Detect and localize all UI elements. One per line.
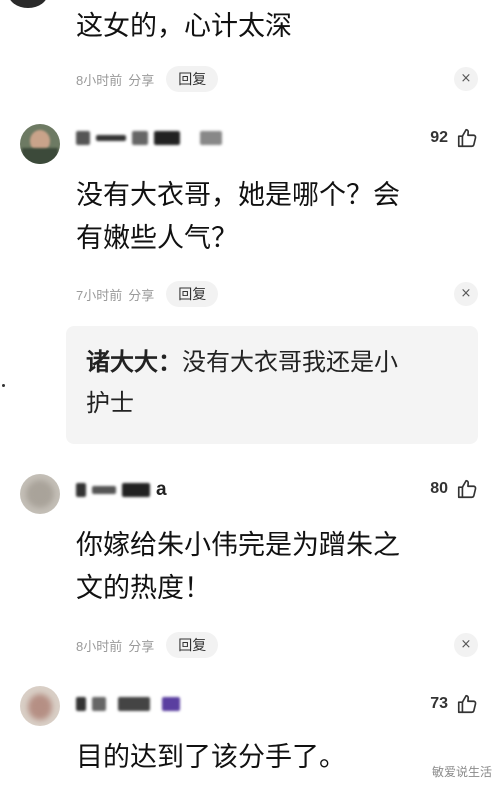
quoted-author[interactable]: 诸大大： [86,348,182,376]
avatar[interactable] [20,124,60,164]
comment-meta: 8小时前 分享 回复 [76,632,219,658]
comment-line: 没有大衣哥，她是哪个？会 [76,180,400,211]
thumbs-up-icon[interactable] [456,127,478,149]
like-button[interactable]: 80 [430,478,478,500]
comment-text: 这女的，心计太深 [76,5,292,48]
watermark: 敏爱说生活 [431,765,492,779]
share-button[interactable]: 分享 [128,70,154,89]
timestamp: 7小时前 [76,287,123,303]
close-icon[interactable]: × [454,282,478,306]
quoted-reply[interactable]: 诸大大：没有大衣哥我还是小 护士 [66,326,478,444]
avatar[interactable] [8,0,48,8]
thumbs-up-icon[interactable] [456,693,478,715]
comment-meta: 7小时前 分享 回复 [76,281,219,307]
avatar[interactable] [20,474,60,514]
reply-button[interactable]: 回复 [166,281,219,307]
share-button[interactable]: 分享 [128,285,154,304]
comment-text: 你嫁给朱小伟完是为蹭朱之 文的热度！ [76,524,400,610]
comment-text: 没有大衣哥，她是哪个？会 有嫩些人气？ [76,174,400,260]
quoted-reply-text: 诸大大：没有大衣哥我还是小 护士 [86,342,398,424]
like-count: 80 [430,480,448,497]
username[interactable] [76,696,180,712]
thumbs-up-icon[interactable] [456,478,478,500]
username[interactable] [76,130,222,146]
quoted-line: 没有大衣哥我还是小 [182,348,398,376]
comment-line: 有嫩些人气？ [76,223,238,254]
dot-mark [2,384,5,387]
close-icon[interactable]: × [454,67,478,91]
comment-meta: 8小时前 分享 回复 [76,66,219,92]
reply-button[interactable]: 回复 [166,66,219,92]
like-button[interactable]: 92 [430,127,478,149]
timestamp: 8小时前 [76,638,123,654]
share-button[interactable]: 分享 [128,636,154,655]
like-count: 92 [430,129,448,146]
timestamp: 8小时前 [76,72,123,88]
comment-line: 文的热度！ [76,573,211,604]
comment-line: 你嫁给朱小伟完是为蹭朱之 [76,530,400,561]
username-suffix: a [156,479,167,500]
comment-line: 这女的，心计太深 [76,11,292,42]
username[interactable]: a [76,479,167,500]
quoted-line: 护士 [86,389,134,417]
close-icon[interactable]: × [454,633,478,657]
avatar[interactable] [20,686,60,726]
like-button[interactable]: 73 [430,693,478,715]
reply-button[interactable]: 回复 [166,632,219,658]
comment-text: 目的达到了该分手了。 [76,736,346,779]
like-count: 73 [430,695,448,712]
comment-line: 目的达到了该分手了。 [76,742,346,773]
